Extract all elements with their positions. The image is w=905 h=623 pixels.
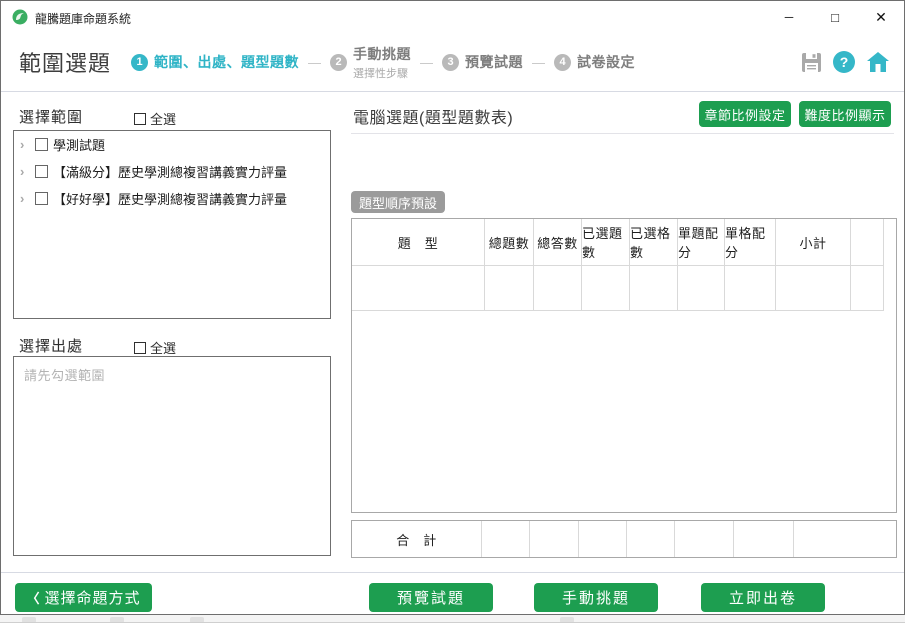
total-cell bbox=[734, 521, 794, 557]
type-order-preset-button[interactable]: 題型順序預設 bbox=[351, 191, 445, 213]
table-cell bbox=[851, 266, 884, 311]
tree-item-study-well[interactable]: › 【好好學】歷史學測總複習講義實力評量 bbox=[14, 185, 330, 212]
range-panel-title: 選擇範圍 bbox=[19, 106, 83, 127]
col-points-per-blank: 單格配分 bbox=[725, 219, 776, 266]
total-cell bbox=[530, 521, 579, 557]
manual-pick-button[interactable]: 手動挑題 bbox=[534, 583, 658, 612]
table-cell bbox=[534, 266, 582, 311]
step-3-preview[interactable]: 3 預覽試題 bbox=[442, 52, 523, 72]
save-icon[interactable] bbox=[801, 52, 822, 73]
step-2-number: 2 bbox=[330, 54, 347, 71]
table-cell bbox=[485, 266, 534, 311]
table-cell bbox=[678, 266, 725, 311]
table-cell bbox=[725, 266, 776, 311]
col-selected-blanks: 已選格數 bbox=[630, 219, 678, 266]
step-4-paper-settings[interactable]: 4 試卷設定 bbox=[554, 52, 635, 72]
source-panel-title: 選擇出處 bbox=[19, 335, 83, 356]
generate-paper-button[interactable]: 立即出卷 bbox=[701, 583, 825, 612]
page-header: 範圍選題 1 範圍、出處、題型題數 — 2 手動挑題 選擇性步驟 — 3 預覽試… bbox=[1, 33, 904, 92]
table-cell bbox=[352, 266, 485, 311]
back-button-label: 選擇命題方式 bbox=[45, 587, 141, 608]
tree-item-checkbox[interactable] bbox=[35, 192, 48, 205]
maximize-button[interactable]: □ bbox=[812, 1, 858, 33]
col-subtotal: 小計 bbox=[776, 219, 851, 266]
page-title: 範圍選題 bbox=[19, 46, 111, 78]
col-selected-questions: 已選題數 bbox=[582, 219, 630, 266]
step-2-manual-pick[interactable]: 2 手動挑題 選擇性步驟 bbox=[330, 44, 411, 81]
source-listbox: 請先勾選範圍 bbox=[13, 356, 331, 556]
step-4-number: 4 bbox=[554, 54, 571, 71]
tree-item-exam[interactable]: › 學測試題 bbox=[14, 131, 330, 158]
range-select-all[interactable]: 全選 bbox=[134, 109, 176, 128]
source-select-all-checkbox[interactable] bbox=[134, 342, 146, 354]
chevron-right-icon[interactable]: › bbox=[20, 167, 30, 177]
source-placeholder: 請先勾選範圍 bbox=[24, 365, 105, 384]
total-cell bbox=[675, 521, 734, 557]
total-label: 合 計 bbox=[352, 521, 482, 557]
step-2-label: 手動挑題 bbox=[353, 44, 411, 64]
tree-item-label: 【好好學】歷史學測總複習講義實力評量 bbox=[53, 189, 287, 208]
step-indicator: 1 範圍、出處、題型題數 — 2 手動挑題 選擇性步驟 — 3 預覽試題 — 4… bbox=[131, 33, 635, 91]
total-row: 合 計 bbox=[351, 520, 897, 558]
total-cell bbox=[627, 521, 675, 557]
step-3-label: 預覽試題 bbox=[465, 52, 523, 72]
source-select-all[interactable]: 全選 bbox=[134, 338, 176, 357]
chevron-right-icon[interactable]: › bbox=[20, 194, 30, 204]
step-1-number: 1 bbox=[131, 54, 148, 71]
table-cell bbox=[776, 266, 851, 311]
total-cell bbox=[482, 521, 530, 557]
step-2-sublabel: 選擇性步驟 bbox=[353, 65, 411, 81]
chevron-left-icon: 〈 bbox=[26, 588, 39, 607]
app-logo-icon bbox=[12, 9, 28, 25]
range-tree: › 學測試題 › 【滿級分】歷史學測總複習講義實力評量 › 【好好學】歷史學測總… bbox=[13, 130, 331, 319]
step-4-label: 試卷設定 bbox=[577, 52, 635, 72]
table-header-row: 題 型 總題數 總答數 已選題數 已選格數 單題配分 單格配分 小計 bbox=[352, 219, 884, 266]
table-cell bbox=[582, 266, 630, 311]
range-select-all-label: 全選 bbox=[150, 109, 176, 128]
tree-item-label: 學測試題 bbox=[53, 135, 105, 154]
tree-item-checkbox[interactable] bbox=[35, 165, 48, 178]
tree-item-checkbox[interactable] bbox=[35, 138, 48, 151]
tree-item-label: 【滿級分】歷史學測總複習講義實力評量 bbox=[53, 162, 287, 181]
footer-divider bbox=[1, 572, 904, 573]
chevron-right-icon[interactable]: › bbox=[20, 140, 30, 150]
difficulty-ratio-button[interactable]: 難度比例顯示 bbox=[799, 101, 891, 127]
main-panel-title: 電腦選題(題型題數表) bbox=[353, 104, 513, 128]
question-type-table: 題 型 總題數 總答數 已選題數 已選格數 單題配分 單格配分 小計 bbox=[351, 218, 897, 513]
app-title: 龍騰題庫命題系統 bbox=[35, 10, 131, 27]
home-icon[interactable] bbox=[866, 51, 890, 73]
step-separator: — bbox=[308, 55, 321, 70]
source-select-all-label: 全選 bbox=[150, 338, 176, 357]
panel-divider bbox=[351, 133, 894, 134]
table-empty-row bbox=[352, 266, 884, 311]
taskbar-sliver bbox=[0, 615, 905, 623]
step-1-label: 範圍、出處、題型題數 bbox=[154, 52, 299, 72]
col-total-questions: 總題數 bbox=[485, 219, 534, 266]
help-icon[interactable]: ? bbox=[833, 51, 855, 73]
step-3-number: 3 bbox=[442, 54, 459, 71]
choose-method-back-button[interactable]: 〈 選擇命題方式 bbox=[15, 583, 152, 612]
app-window: 龍騰題庫命題系統 ─ □ ✕ 範圍選題 1 範圍、出處、題型題數 — 2 手動挑… bbox=[0, 0, 905, 615]
close-button[interactable]: ✕ bbox=[858, 1, 904, 33]
range-select-all-checkbox[interactable] bbox=[134, 113, 146, 125]
chapter-ratio-button[interactable]: 章節比例設定 bbox=[699, 101, 791, 127]
step-1-range[interactable]: 1 範圍、出處、題型題數 bbox=[131, 52, 299, 72]
col-points-per-question: 單題配分 bbox=[678, 219, 725, 266]
total-cell bbox=[579, 521, 627, 557]
col-total-answers: 總答數 bbox=[534, 219, 582, 266]
tree-item-full-score[interactable]: › 【滿級分】歷史學測總複習講義實力評量 bbox=[14, 158, 330, 185]
titlebar: 龍騰題庫命題系統 ─ □ ✕ bbox=[1, 1, 904, 33]
minimize-button[interactable]: ─ bbox=[766, 1, 812, 33]
col-spacer bbox=[851, 219, 884, 266]
total-cell bbox=[794, 521, 896, 557]
step-separator: — bbox=[532, 55, 545, 70]
step-separator: — bbox=[420, 55, 433, 70]
preview-questions-button[interactable]: 預覽試題 bbox=[369, 583, 493, 612]
col-question-type: 題 型 bbox=[352, 219, 485, 266]
table-cell bbox=[630, 266, 678, 311]
